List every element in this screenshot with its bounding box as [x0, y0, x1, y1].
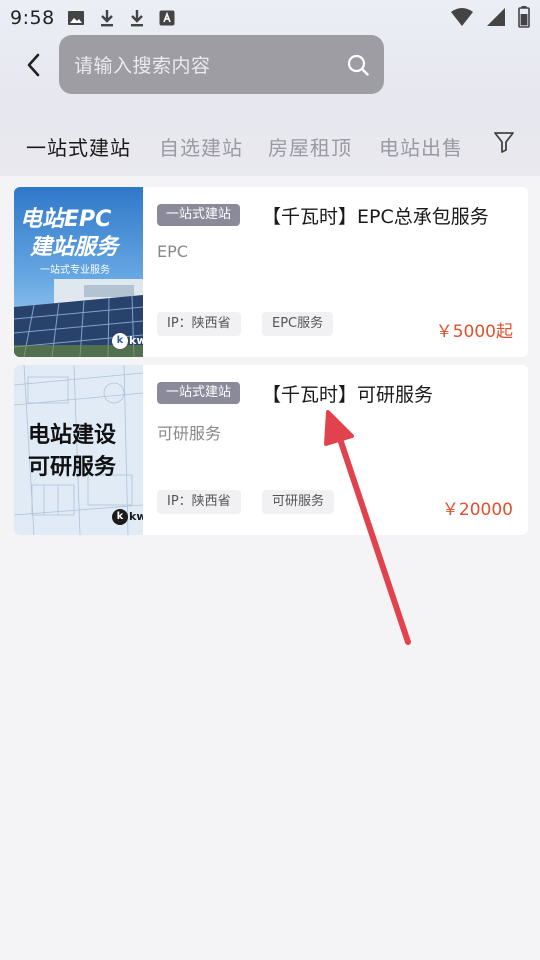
- thumbnail-caption: 一站式专业服务: [40, 265, 110, 276]
- tab-one-stop[interactable]: 一站式建站: [26, 132, 131, 161]
- download-icon: [130, 10, 143, 27]
- filter-icon[interactable]: [493, 130, 515, 154]
- product-card[interactable]: 电站建设 可研服务 k kw 一站式建站 【千瓦时】可研服务 可研服务 IP：陕…: [14, 365, 528, 535]
- product-price: ￥20000: [441, 500, 513, 520]
- category-badge: 一站式建站: [157, 382, 241, 404]
- wifi-icon: [451, 8, 473, 26]
- product-subtitle: 可研服务: [157, 424, 222, 443]
- product-price: ￥5000起: [435, 322, 513, 342]
- service-tag: EPC服务: [262, 312, 334, 336]
- brand-logo-text: kw: [129, 334, 143, 347]
- region-tag: IP：陕西省: [157, 312, 241, 336]
- category-badge: 一站式建站: [157, 204, 241, 226]
- signal-icon: [487, 8, 505, 26]
- download-icon: [100, 10, 113, 27]
- brand-logo-icon: k: [112, 333, 128, 349]
- product-card[interactable]: 电站EPC 建站服务 一站式专业服务 k kw 一站式建站 【千瓦时】EPC总承…: [14, 187, 528, 357]
- status-bar: 9:58: [0, 0, 540, 36]
- tab-roof-rental[interactable]: 房屋租顶: [268, 132, 352, 161]
- thumbnail-headline: 建站服务: [30, 235, 119, 260]
- brand-logo-text: kw: [129, 510, 143, 523]
- product-thumbnail: 电站EPC 建站服务 一站式专业服务 k kw: [14, 187, 143, 357]
- product-thumbnail: 电站建设 可研服务 k kw: [14, 365, 143, 535]
- translate-icon: [159, 10, 175, 26]
- search-input[interactable]: 请输入搜索内容: [59, 35, 384, 94]
- region-tag: IP：陕西省: [157, 490, 241, 514]
- status-time: 9:58: [10, 7, 55, 29]
- back-arrow-icon[interactable]: [22, 50, 46, 80]
- battery-icon: [518, 6, 530, 28]
- thumbnail-headline: 电站建设: [28, 423, 117, 448]
- product-subtitle: EPC: [157, 242, 188, 261]
- thumbnail-headline: 可研服务: [28, 455, 117, 480]
- search-placeholder: 请输入搜索内容: [74, 55, 211, 77]
- tab-self-select[interactable]: 自选建站: [159, 132, 243, 161]
- tab-station-sale[interactable]: 电站出售: [379, 132, 463, 161]
- search-icon[interactable]: [347, 54, 369, 76]
- brand-logo-icon: k: [112, 509, 128, 525]
- product-title: 【千瓦时】可研服务: [262, 384, 434, 406]
- image-icon: [67, 11, 84, 25]
- service-tag: 可研服务: [262, 490, 335, 514]
- product-title: 【千瓦时】EPC总承包服务: [262, 206, 489, 228]
- category-tabs: 一站式建站 自选建站 房屋租顶 电站出售: [0, 126, 540, 166]
